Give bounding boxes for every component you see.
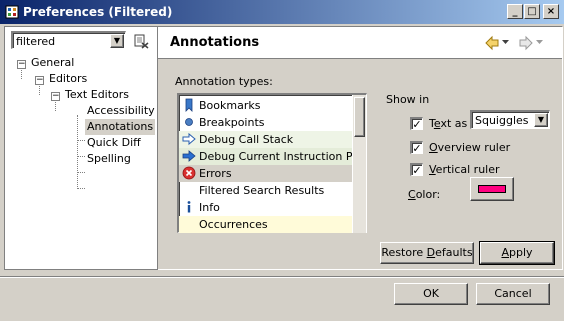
maximize-icon: □ [527,6,537,17]
list-item-debug-call-stack[interactable]: Debug Call Stack [179,131,353,148]
text-style-combo[interactable]: Squiggles ▼ [470,110,550,129]
close-button[interactable]: × [543,4,559,19]
vertical-ruler-label: Vertical ruler [429,163,500,176]
bookmark-icon [185,98,193,112]
chevron-down-icon: ▼ [113,36,121,45]
collapse-text-editors-icon[interactable]: − [51,92,60,101]
page-header: Annotations [158,27,562,59]
minimize-button[interactable]: _ [507,4,523,19]
history-navigation [484,35,554,51]
show-in-label: Show in [386,93,430,106]
text-style-dropdown-button[interactable]: ▼ [534,113,548,127]
filter-value: filtered [16,35,56,48]
preferences-window-icon [5,5,19,19]
back-dropdown-icon[interactable] [502,40,509,46]
list-item-debug-current-instruction[interactable]: Debug Current Instruction Pointer [179,148,353,165]
overview-ruler-checkbox[interactable]: ✓ [410,141,423,154]
list-item-breakpoints[interactable]: Breakpoints [179,114,353,131]
ok-button[interactable]: OK [394,283,468,305]
info-icon [187,201,191,213]
tree-line [77,156,85,157]
preference-tree-panel: filtered ▼ − General − Editors − Text Ed… [4,26,158,270]
window-title: Preferences (Filtered) [23,5,173,19]
maximize-button[interactable]: □ [524,4,540,19]
scrollbar-thumb[interactable] [354,97,365,137]
list-item-occurrences[interactable]: Occurrences [179,216,353,233]
annotation-types-list[interactable]: Bookmarks Breakpoints Debug Call Stack D… [177,93,367,233]
filter-combo[interactable]: filtered ▼ [11,31,126,49]
text-as-checkbox[interactable]: ✓ [410,117,423,130]
checkmark-icon: ✓ [412,118,422,131]
color-picker-button[interactable] [470,177,514,201]
tree-item-accessibility[interactable]: Accessibility [87,103,155,119]
checkmark-icon: ✓ [412,164,422,177]
collapse-general-icon[interactable]: − [17,60,26,69]
list-item-filtered-search-results[interactable]: Filtered Search Results [179,182,353,199]
overview-ruler-label: Overview ruler [429,141,511,154]
debug-arrow-icon [182,150,196,162]
tree-item-editors[interactable]: Editors [49,71,87,87]
annotation-types-label: Annotation types: [175,75,273,88]
list-item-info[interactable]: Info [179,199,353,216]
title-bar[interactable]: Preferences (Filtered) _ □ × [0,0,564,24]
apply-button[interactable]: Apply [479,241,555,265]
clear-filter-icon[interactable] [133,33,149,49]
error-icon [182,166,196,180]
list-item-bookmarks[interactable]: Bookmarks [179,97,353,114]
breakpoint-dot-icon [185,118,193,126]
chevron-down-icon: ▼ [537,115,545,124]
tree-item-general[interactable]: General [31,55,74,71]
tree-line [77,140,85,141]
color-swatch [478,185,506,193]
debug-arrow-icon [182,132,196,146]
tree-item-quick-diff[interactable]: Quick Diff [87,135,141,151]
dialog-separator [0,276,564,278]
cancel-button[interactable]: Cancel [476,283,550,305]
preference-tree: − General − Editors − Text Editors Acces… [5,55,156,255]
tree-line [77,188,85,189]
restore-defaults-button[interactable]: Restore Defaults [380,242,474,264]
tree-line [77,115,78,189]
vertical-ruler-checkbox[interactable]: ✓ [410,163,423,176]
color-label: Color: [408,188,441,201]
back-arrow-icon[interactable] [484,35,500,51]
close-icon: × [546,6,556,17]
collapse-editors-icon[interactable]: − [35,76,44,85]
preference-page: Annotations Annotation types: Bookmarks … [158,26,563,270]
filter-dropdown-button[interactable]: ▼ [110,34,124,48]
tree-item-spelling[interactable]: Spelling [87,151,131,167]
page-title: Annotations [170,35,260,50]
tree-item-annotations[interactable]: Annotations [85,119,156,135]
annotation-types-items: Bookmarks Breakpoints Debug Call Stack D… [179,95,353,233]
annotations-settings: Annotation types: Bookmarks Breakpoints [168,71,558,267]
list-scrollbar[interactable] [352,95,366,233]
checkmark-icon: ✓ [412,142,422,155]
forward-dropdown-icon[interactable] [536,40,543,46]
tree-line [77,172,85,173]
preferences-window: Preferences (Filtered) _ □ × filtered ▼ [0,0,564,321]
text-as-label: Text as [429,117,468,130]
tree-item-text-editors[interactable]: Text Editors [65,87,129,103]
list-item-errors[interactable]: Errors [179,165,353,182]
forward-arrow-icon[interactable] [518,35,534,51]
minimize-icon: _ [512,6,518,17]
text-style-value: Squiggles [475,114,529,127]
